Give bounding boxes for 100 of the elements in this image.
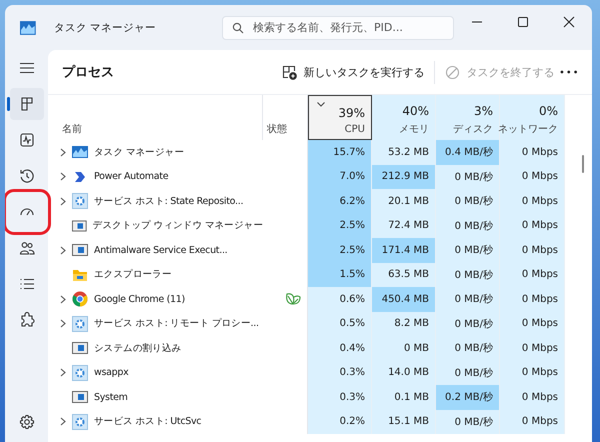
gear-icon [72, 316, 88, 332]
process-name-cell[interactable]: デスクトップ ウィンドウ マネージャー [48, 214, 263, 238]
window-title: タスク マネージャー [54, 20, 158, 34]
table-cell: 0 Mbps [500, 287, 565, 312]
table-cell: 0.5% [308, 312, 372, 336]
settings-icon [18, 414, 34, 430]
table-cell: 53.2 MB [372, 140, 436, 164]
table-cell: 0.3% [308, 360, 372, 385]
new-task-icon [282, 64, 298, 80]
table-cell: 0 MB/秒 [436, 189, 500, 214]
column-label: CPU [344, 124, 365, 135]
puzzle-icon [18, 312, 34, 328]
expand-chevron-icon[interactable] [60, 294, 66, 304]
table-cell: 0.4% [308, 336, 372, 360]
table-cell: 0.3% [308, 385, 372, 410]
column-label: ネットワーク [498, 123, 558, 136]
expand-chevron-icon[interactable] [60, 196, 66, 206]
table-cell: 2.5% [308, 214, 372, 238]
monitor-chart-icon [72, 144, 88, 160]
table-cell: 0 Mbps [500, 140, 565, 164]
table-cell: 63.5 MB [372, 262, 436, 287]
expand-chevron-icon[interactable] [60, 148, 66, 157]
grid-icon [18, 96, 34, 112]
process-name-cell[interactable]: サービス ホスト: State Reposito... [48, 189, 263, 214]
process-name-cell[interactable]: Power Automate [48, 164, 263, 189]
gear-icon [72, 193, 88, 210]
column-percent: 39% [338, 106, 365, 120]
table-cell: 0 MB/秒 [436, 262, 500, 287]
process-name-cell[interactable]: サービス ホスト: リモート プロシー... [48, 312, 263, 336]
page-title: プロセス [62, 64, 115, 81]
table-cell: 0.6% [308, 287, 372, 312]
table-cell: 0 MB/秒 [436, 336, 500, 360]
column-label: ディスク [453, 123, 493, 136]
table-cell: 6.2% [308, 189, 372, 214]
expand-chevron-icon[interactable] [60, 172, 66, 182]
table-cell: 2.5% [308, 238, 372, 262]
table-cell: 0.2 MB/秒 [436, 385, 500, 410]
table-cell: 0.2% [308, 410, 372, 434]
table-cell: 0.4 MB/秒 [436, 140, 500, 164]
column-percent: 3% [474, 104, 493, 118]
column-header[interactable]: 名前 [48, 95, 263, 140]
table-cell: 0 MB [372, 336, 436, 360]
people-icon [18, 240, 34, 256]
window-icon [72, 242, 88, 258]
app-icon [20, 20, 36, 34]
table-cell: 0.1 MB [372, 385, 436, 410]
run-new-task-button[interactable]: 新しいタスクを実行する [276, 60, 430, 84]
table-cell: 1.5% [308, 262, 372, 287]
table-cell: 0 Mbps [500, 410, 565, 434]
expand-chevron-icon[interactable] [60, 417, 66, 426]
process-name-cell[interactable]: System [48, 385, 263, 410]
table-cell: 0 MB/秒 [436, 287, 500, 312]
window-icon [72, 389, 88, 406]
table-cell: 0 Mbps [500, 189, 565, 214]
menu-icon [18, 60, 34, 76]
column-percent: 0% [538, 104, 558, 118]
table-cell: 450.4 MB [372, 287, 436, 312]
leaf-icon [285, 292, 301, 306]
table-cell: 0 MB/秒 [436, 312, 500, 336]
nav-item[interactable] [10, 88, 44, 120]
column-header[interactable]: 3% ディスク [436, 95, 500, 140]
expand-chevron-icon[interactable] [60, 319, 66, 328]
list-icon [18, 276, 34, 292]
column-percent: 40% [402, 104, 429, 118]
table-cell: 0 Mbps [500, 360, 565, 385]
table-cell: 0 Mbps [500, 238, 565, 262]
column-header[interactable]: 0% ネットワーク [500, 95, 565, 140]
table-cell: 14.0 MB [372, 360, 436, 385]
table-cell: 0 MB/秒 [436, 410, 500, 434]
column-label: 名前 [62, 123, 83, 136]
table-cell: 7.0% [308, 164, 372, 189]
window-icon [72, 218, 87, 234]
column-label: 状態 [267, 122, 288, 136]
more-options-button[interactable] [560, 70, 578, 74]
table-cell: 0 MB/秒 [436, 238, 500, 262]
gear-icon [72, 414, 88, 430]
process-name-cell[interactable]: サービス ホスト: UtcSvc [48, 410, 263, 434]
table-cell: 0 Mbps [500, 164, 565, 189]
process-name-cell[interactable]: エクスプローラー [48, 262, 263, 287]
process-name-cell[interactable]: Google Chrome (11) [48, 287, 263, 312]
process-name-cell[interactable]: タスク マネージャー [48, 140, 263, 164]
table-cell: 0 Mbps [500, 214, 565, 238]
column-header[interactable]: 39% CPU [308, 95, 372, 140]
table-cell: 20.1 MB [372, 189, 436, 214]
search-icon [232, 22, 244, 34]
expand-chevron-icon[interactable] [60, 368, 66, 378]
process-name-cell[interactable]: システムの割り込み [48, 336, 263, 360]
table-cell: 0 Mbps [500, 336, 565, 360]
expand-chevron-icon[interactable] [60, 246, 66, 255]
column-header[interactable]: 40% メモリ [372, 95, 436, 140]
table-cell: 8.2 MB [372, 312, 436, 336]
table-cell: 0 Mbps [500, 385, 565, 410]
process-name-cell[interactable]: wsappx [48, 360, 263, 385]
table-cell: 0 MB/秒 [436, 360, 500, 385]
table-cell: 15.1 MB [372, 410, 436, 434]
table-cell: 0 MB/秒 [436, 214, 500, 238]
search-field[interactable]: 検索する名前、発行元、PID... [222, 16, 454, 40]
process-name-cell[interactable]: Antimalware Service Execut... [48, 238, 263, 262]
clock-history-icon [18, 168, 34, 184]
table-cell: 72.4 MB [372, 214, 436, 238]
